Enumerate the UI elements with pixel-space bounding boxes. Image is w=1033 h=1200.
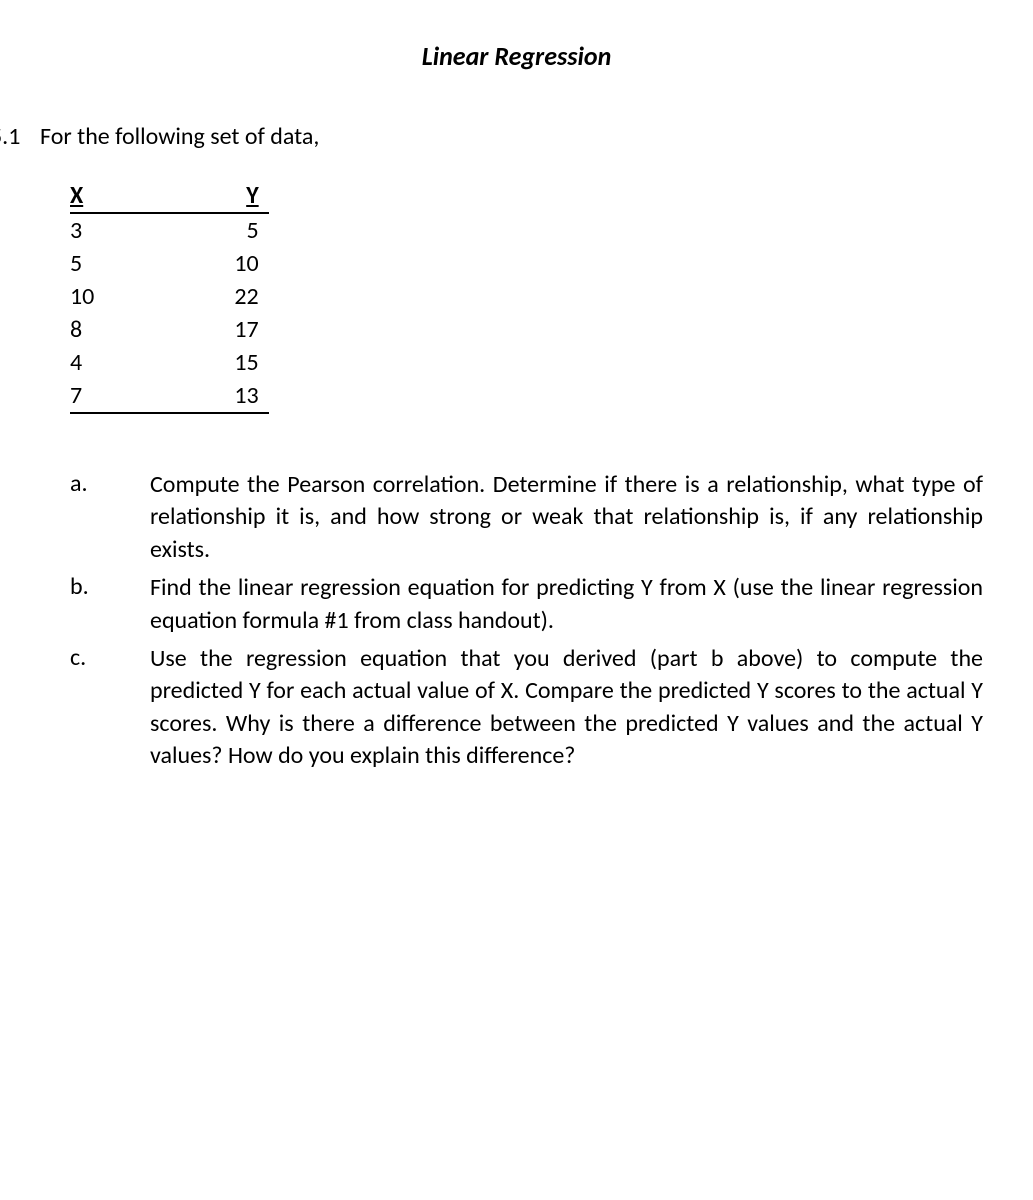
table-row: 10 22: [70, 280, 269, 313]
table-cell-y: 13: [104, 379, 268, 413]
problem-number: 5.1: [0, 122, 40, 151]
subpart-text: Compute the Pearson correlation. Determi…: [150, 469, 983, 566]
subpart-a: a. Compute the Pearson correlation. Dete…: [70, 469, 983, 566]
table-cell-x: 5: [70, 247, 104, 280]
data-table: X Y 3 5 5 10 10 22 8 17: [70, 181, 269, 414]
subpart-label: c.: [70, 643, 150, 672]
subpart-text: Use the regression equation that you der…: [150, 643, 983, 773]
page-title: Linear Regression: [50, 40, 983, 72]
subpart-text: Find the linear regression equation for …: [150, 572, 983, 637]
table-row: 5 10: [70, 247, 269, 280]
table-cell-x: 7: [70, 379, 104, 413]
problem: 5.1 For the following set of data, X Y 3…: [0, 122, 983, 779]
table-cell-y: 15: [104, 346, 268, 379]
subpart-label: b.: [70, 572, 150, 601]
table-row: 8 17: [70, 313, 269, 346]
table-cell-y: 17: [104, 313, 268, 346]
table-cell-y: 5: [104, 213, 268, 247]
problem-body: For the following set of data, X Y 3 5 5…: [40, 122, 983, 779]
table-cell-y: 22: [104, 280, 268, 313]
subparts-list: a. Compute the Pearson correlation. Dete…: [70, 469, 983, 773]
subpart-c: c. Use the regression equation that you …: [70, 643, 983, 773]
problem-prompt: For the following set of data,: [40, 122, 983, 151]
table-cell-y: 10: [104, 247, 268, 280]
table-row: 3 5: [70, 213, 269, 247]
table-cell-x: 8: [70, 313, 104, 346]
table-header-row: X Y: [70, 181, 269, 213]
table-header-x: X: [70, 181, 104, 213]
subpart-label: a.: [70, 469, 150, 498]
table-header-y: Y: [104, 181, 268, 213]
table-row: 7 13: [70, 379, 269, 413]
table-row: 4 15: [70, 346, 269, 379]
table-cell-x: 3: [70, 213, 104, 247]
table-cell-x: 4: [70, 346, 104, 379]
subpart-b: b. Find the linear regression equation f…: [70, 572, 983, 637]
table-cell-x: 10: [70, 280, 104, 313]
